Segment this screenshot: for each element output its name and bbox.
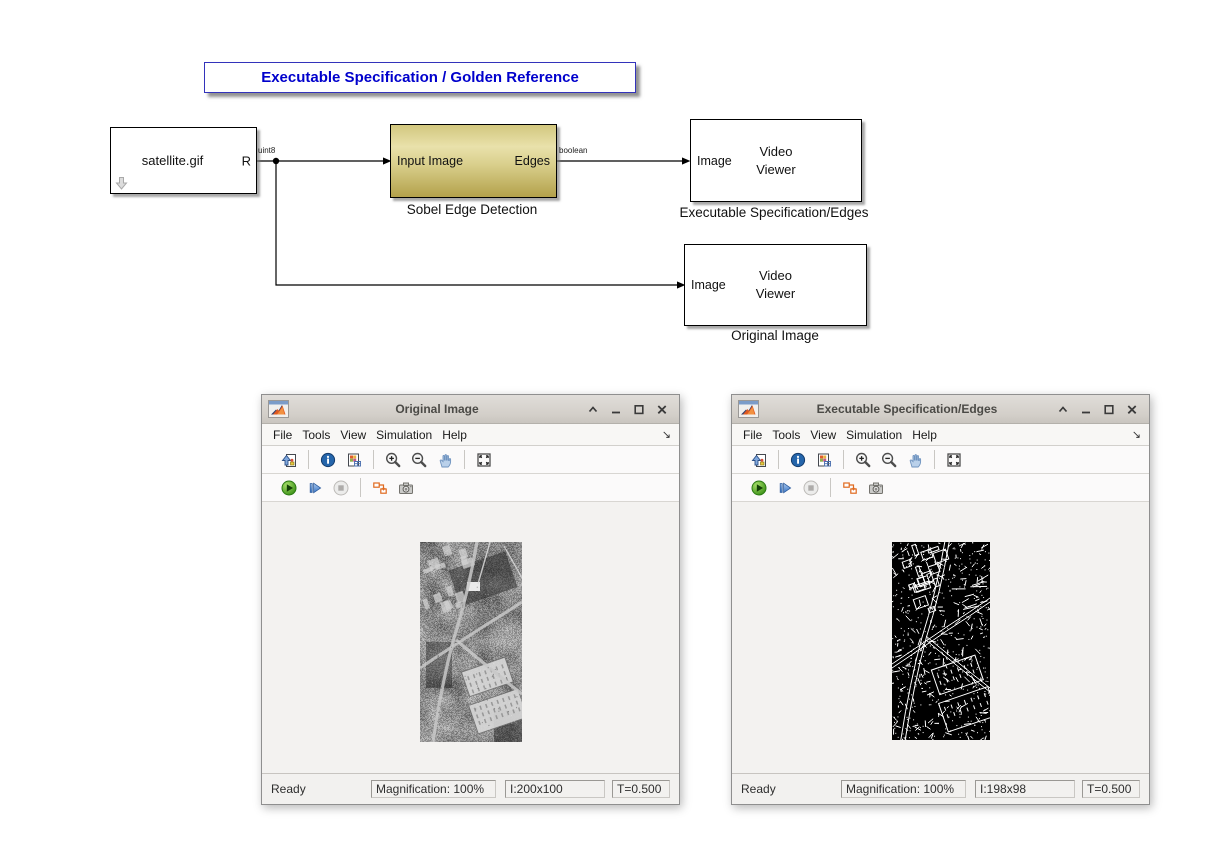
stop-button[interactable] [328,476,354,500]
toolbar-playback [262,474,679,502]
highlight-simulink-block-button[interactable] [367,476,393,500]
toolbar-separator [360,478,361,497]
zoom-out-button[interactable] [876,448,902,472]
menu-file[interactable]: File [738,428,767,442]
block-sobel-edge-detection[interactable]: Input Image Edges [390,124,557,198]
annotation-banner-text: Executable Specification / Golden Refere… [261,69,579,86]
pan-button[interactable] [902,448,928,472]
pixel-region-button[interactable] [811,448,837,472]
menu-simulation[interactable]: Simulation [371,428,437,442]
pan-button[interactable] [432,448,458,472]
block-image-source[interactable]: satellite.gif R [110,127,257,194]
maintain-fit-button[interactable] [941,448,967,472]
minimize-window-button[interactable] [1074,401,1097,417]
menubar-corner-arrow-icon[interactable]: ↘ [662,428,673,441]
download-arrow-icon [115,176,128,191]
block-image-source-label: satellite.gif [111,128,234,193]
stop-button[interactable] [798,476,824,500]
viewer-image-canvas [892,542,990,740]
block-caption-viewer-original: Original Image [731,328,819,343]
status-image-size: I:200x100 [505,780,605,798]
menubar: File Tools View Simulation Help ↘ [732,424,1149,446]
video-viewer-window-edges: Executable Specification/Edges File Tool… [731,394,1150,805]
menu-tools[interactable]: Tools [767,428,805,442]
menu-view[interactable]: View [805,428,841,442]
export-image-button[interactable] [746,448,772,472]
shade-window-button[interactable] [1051,401,1074,417]
video-info-button[interactable] [785,448,811,472]
snapshot-button[interactable] [863,476,889,500]
status-magnification: Magnification: 100% [841,780,966,798]
run-button[interactable] [276,476,302,500]
window-titlebar[interactable]: Original Image [262,395,679,424]
step-forward-button[interactable] [772,476,798,500]
toolbar-separator [843,450,844,469]
video-info-button[interactable] [315,448,341,472]
block-caption-viewer-edges: Executable Specification/Edges [679,205,868,220]
toolbar-separator [778,450,779,469]
maintain-fit-button[interactable] [471,448,497,472]
maximize-window-button[interactable] [1097,401,1120,417]
status-magnification: Magnification: 100% [371,780,496,798]
toolbar-separator [830,478,831,497]
toolbar-main [262,446,679,474]
menu-view[interactable]: View [335,428,371,442]
toolbar-playback [732,474,1149,502]
toolbar-separator [308,450,309,469]
signal-type-label-boolean: boolean [559,146,587,155]
video-display-area [732,502,1149,773]
menubar: File Tools View Simulation Help ↘ [262,424,679,446]
viewer-image-canvas [420,542,522,742]
close-window-button[interactable] [650,401,673,417]
video-display-area [262,502,679,773]
statusbar: Ready Magnification: 100% I:198x98 T=0.5… [732,773,1149,804]
menubar-corner-arrow-icon[interactable]: ↘ [1132,428,1143,441]
close-window-button[interactable] [1120,401,1143,417]
block-video-viewer-name: Video Viewer [685,245,866,325]
status-ready: Ready [741,782,832,796]
status-sim-time: T=0.500 [612,780,670,798]
minimize-window-button[interactable] [604,401,627,417]
statusbar: Ready Magnification: 100% I:200x100 T=0.… [262,773,679,804]
port-label-input-image: Input Image [397,154,463,168]
toolbar-main [732,446,1149,474]
toolbar-separator [464,450,465,469]
status-ready: Ready [271,782,362,796]
snapshot-button[interactable] [393,476,419,500]
port-label-edges: Edges [515,154,550,168]
window-title: Original Image [293,402,581,416]
branch-point [273,158,279,164]
matlab-window-icon[interactable] [738,400,759,418]
block-video-viewer-original[interactable]: Image Video Viewer [684,244,867,326]
signal-type-label-uint8: uint8 [258,146,275,155]
toolbar-separator [373,450,374,469]
window-title: Executable Specification/Edges [763,402,1051,416]
status-image-size: I:198x98 [975,780,1075,798]
matlab-window-icon[interactable] [268,400,289,418]
zoom-in-button[interactable] [850,448,876,472]
toolbar-separator [934,450,935,469]
menu-file[interactable]: File [268,428,297,442]
zoom-in-button[interactable] [380,448,406,472]
maximize-window-button[interactable] [627,401,650,417]
highlight-simulink-block-button[interactable] [837,476,863,500]
block-caption-sobel: Sobel Edge Detection [407,202,538,217]
run-button[interactable] [746,476,772,500]
step-forward-button[interactable] [302,476,328,500]
annotation-banner: Executable Specification / Golden Refere… [204,62,636,93]
zoom-out-button[interactable] [406,448,432,472]
menu-simulation[interactable]: Simulation [841,428,907,442]
pixel-region-button[interactable] [341,448,367,472]
block-video-viewer-edges[interactable]: Image Video Viewer [690,119,862,202]
window-titlebar[interactable]: Executable Specification/Edges [732,395,1149,424]
export-image-button[interactable] [276,448,302,472]
video-viewer-window-original: Original Image File Tools View Simulatio… [261,394,680,805]
block-video-viewer-name: Video Viewer [691,120,861,201]
shade-window-button[interactable] [581,401,604,417]
port-label-r: R [242,153,251,168]
menu-help[interactable]: Help [437,428,472,442]
status-sim-time: T=0.500 [1082,780,1140,798]
menu-help[interactable]: Help [907,428,942,442]
menu-tools[interactable]: Tools [297,428,335,442]
